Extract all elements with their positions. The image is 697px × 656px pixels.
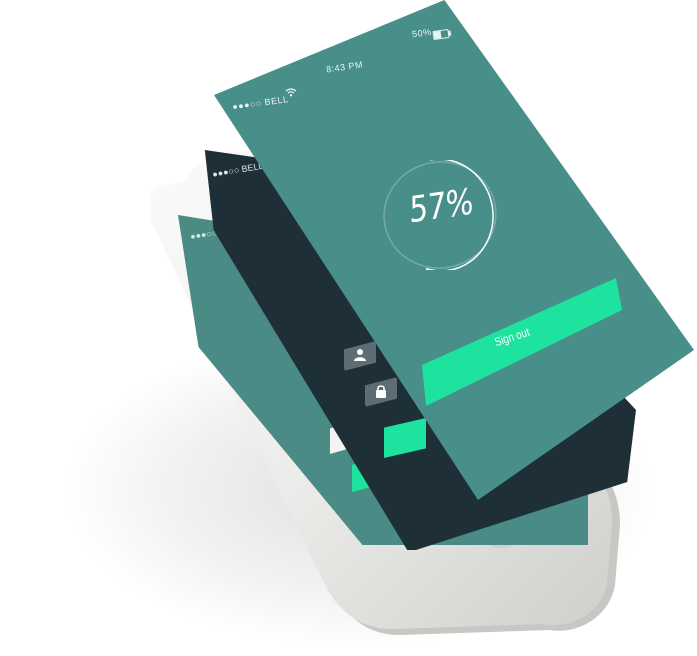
device-mockup: ●●●○○ BELL ●●●○○ BELL ●●●○○ BELL 8:43 PM… — [0, 0, 697, 656]
battery-fill — [433, 31, 442, 39]
lock-icon — [376, 385, 386, 398]
user-icon — [354, 349, 366, 361]
wifi-icon — [285, 88, 297, 97]
